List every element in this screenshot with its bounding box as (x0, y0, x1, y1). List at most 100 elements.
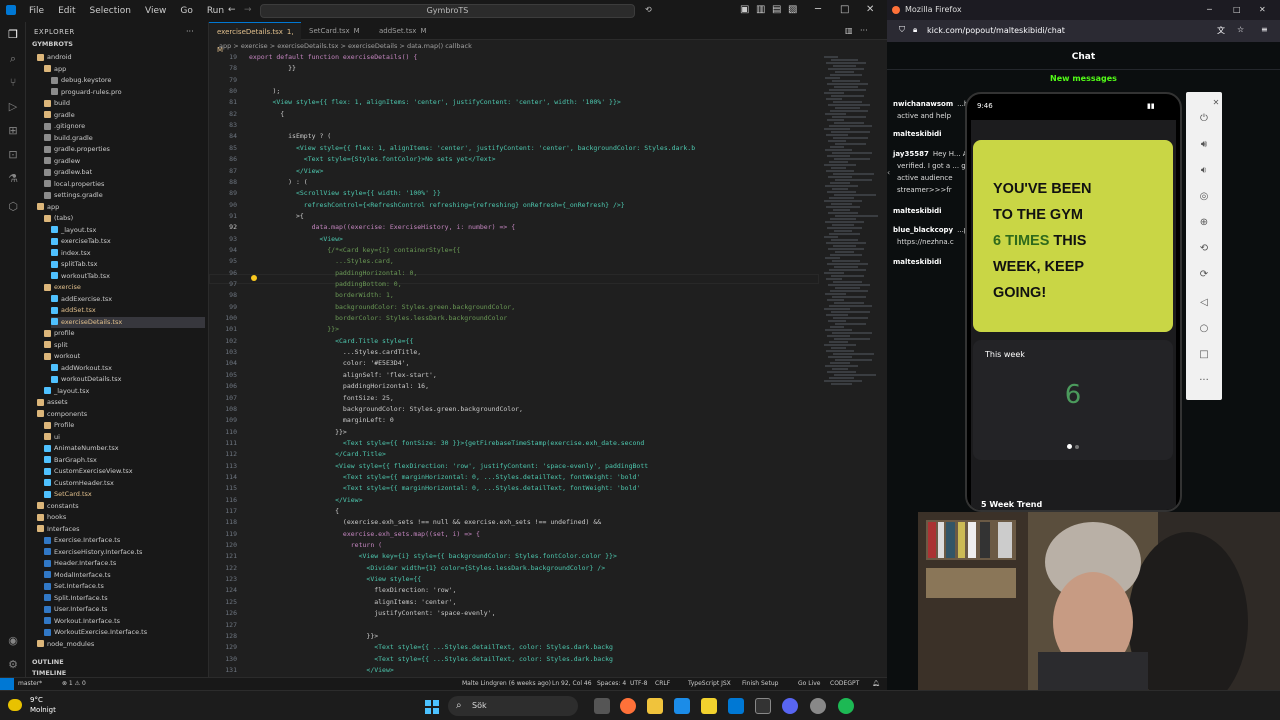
minimize-icon[interactable]: ─ (1207, 0, 1212, 20)
problems-status[interactable]: ⊗ 1 ⚠ 0 (62, 678, 86, 690)
discord-icon[interactable] (782, 698, 798, 714)
project-name[interactable]: GYMBROTS (32, 40, 73, 48)
code-line[interactable]: }} (249, 64, 296, 72)
code-line[interactable]: backgroundColor: Styles.green.background… (249, 303, 515, 311)
chat-message[interactable]: active audience (893, 174, 953, 182)
close-icon[interactable]: ✕ (866, 4, 874, 15)
tree-file[interactable]: settings.gradle (44, 190, 205, 201)
code-line[interactable]: <Card.Title style={{ (249, 337, 413, 345)
layout-icon[interactable]: ▣ (740, 4, 749, 15)
menu-view[interactable]: View (138, 6, 173, 16)
codegpt-status[interactable]: CODEGPT (830, 678, 859, 690)
tree-file[interactable]: exerciseDetails.tsx (51, 316, 205, 328)
tree-file[interactable]: ModalInterface.ts (44, 570, 205, 581)
tree-folder[interactable]: gradle (44, 110, 205, 121)
tree-file[interactable]: AnimateNumber.tsx (44, 443, 205, 454)
collapse-chevron-icon[interactable]: ‹ (887, 168, 890, 177)
chat-username[interactable]: malteskibidi (893, 130, 942, 138)
code-line[interactable]: refreshControl={<RefreshControl refreshi… (249, 201, 625, 209)
this-week-card[interactable]: This week 6 (973, 340, 1173, 460)
code-line[interactable]: <View style={{ flex: 1, alignItems: 'cen… (249, 144, 695, 152)
language-status[interactable]: TypeScript JSX (688, 678, 731, 690)
code-line[interactable]: paddingBottom: 0, (249, 280, 402, 288)
tree-folder[interactable]: app (37, 202, 205, 213)
chat-message[interactable]: active and help (893, 112, 951, 120)
code-line[interactable]: {/*<Card key={i} containerStyle={{ (249, 246, 460, 254)
chat-message[interactable]: malteskibidi (893, 130, 946, 138)
close-icon[interactable]: ✕ (1259, 0, 1266, 20)
indentation-status[interactable]: Spaces: 4 (597, 678, 626, 690)
chat-username[interactable]: blue_blackcopy (893, 226, 953, 234)
tree-file[interactable]: Exercise.Interface.ts (44, 535, 205, 546)
obs-icon[interactable] (810, 698, 826, 714)
tree-folder[interactable]: split (44, 340, 205, 351)
editor-more-icon[interactable]: ··· (860, 26, 868, 35)
tree-folder[interactable]: constants (37, 501, 205, 512)
new-messages-banner[interactable]: New messages (887, 74, 1280, 86)
code-line[interactable]: }}> (249, 428, 347, 436)
command-center-search[interactable]: GymbroTS (260, 4, 635, 18)
tree-file[interactable]: gradlew.bat (44, 167, 205, 178)
code-line[interactable]: <Text style={{ ...Styles.detailText, col… (249, 655, 613, 663)
chat-username[interactable]: malteskibidi (893, 207, 942, 215)
bookmark-star-icon[interactable]: ☆ (1237, 25, 1244, 34)
tree-file[interactable]: gradlew (44, 156, 205, 167)
sidebar-toggle-icon[interactable]: ▥ (756, 4, 765, 15)
tree-file[interactable]: addWorkout.tsx (51, 363, 205, 374)
code-line[interactable]: <View key={i} style={{ backgroundColor: … (249, 552, 617, 560)
code-line[interactable]: (exercise.exh_sets !== null && exercise.… (249, 518, 601, 526)
tree-folder[interactable]: assets (37, 397, 205, 408)
code-line[interactable]: borderColor: Styles.lessDark.backgroundC… (249, 314, 507, 322)
task-view-icon[interactable] (594, 698, 610, 714)
remote-indicator-icon[interactable] (0, 678, 14, 690)
code-line[interactable]: fontSize: 25, (249, 394, 394, 402)
finish-setup-status[interactable]: Finish Setup (742, 678, 778, 690)
code-line[interactable]: <View style={{ flex: 1, alignItems: 'cen… (249, 98, 620, 106)
rotate-icon[interactable]: ⟲ (1196, 242, 1212, 256)
store-icon[interactable] (674, 698, 690, 714)
sticky-notes-icon[interactable] (701, 698, 717, 714)
page-dot-active[interactable] (1067, 444, 1072, 449)
encoding-status[interactable]: UTF-8 (630, 678, 648, 690)
code-line[interactable]: }}> (249, 632, 378, 640)
code-line[interactable]: <Text style={{ ...Styles.detailText, col… (249, 643, 613, 651)
remote-icon[interactable]: ⊡ (6, 148, 20, 162)
tree-folder[interactable]: Interfaces (37, 524, 205, 535)
rotate-right-icon[interactable]: ⟳ (1196, 268, 1212, 282)
gym-visits-card[interactable]: YOU'VE BEEN TO THE GYM 6 TIMES THIS WEEK… (973, 140, 1173, 332)
menu-file[interactable]: File (22, 6, 51, 16)
code-line[interactable]: <View style={{ flexDirection: 'row', jus… (249, 462, 648, 470)
code-line[interactable]: <ScrollView style={{ width: '100%' }} (249, 189, 441, 197)
page-dot[interactable] (1075, 445, 1079, 449)
tree-file[interactable]: WorkoutExercise.Interface.ts (44, 627, 205, 638)
tree-folder[interactable]: hooks (37, 512, 205, 523)
tree-folder[interactable]: profile (44, 328, 205, 339)
translate-icon[interactable]: 文 (1217, 25, 1225, 36)
tree-file[interactable]: Split.Interface.ts (44, 593, 205, 604)
testing-icon[interactable]: ⚗ (6, 172, 20, 186)
explorer-icon[interactable]: ❐ (6, 28, 20, 42)
lightbulb-icon[interactable] (251, 275, 257, 281)
back-icon[interactable]: ◁ (1196, 296, 1212, 310)
tree-folder[interactable]: workout (44, 351, 205, 362)
notifications-bell-icon[interactable]: 🔔︎ (872, 678, 880, 690)
tree-folder[interactable]: ui (44, 432, 205, 443)
tree-file[interactable]: Workout.Interface.ts (44, 616, 205, 627)
tree-folder[interactable]: app (44, 64, 205, 75)
copilot-icon[interactable]: ⟲ (645, 5, 652, 14)
tree-file[interactable]: workoutTab.tsx (51, 271, 205, 282)
chat-username[interactable]: nwichanawsom (893, 100, 953, 108)
tree-file[interactable]: .gitignore (44, 121, 205, 132)
tree-file[interactable]: gradle.properties (44, 144, 205, 155)
terminal-icon[interactable] (755, 698, 771, 714)
shield-icon[interactable]: ⛉ (899, 25, 905, 35)
code-line[interactable]: backgroundColor: Styles.green.background… (249, 405, 523, 413)
code-line[interactable]: ); (249, 87, 280, 95)
code-line[interactable]: { (249, 507, 339, 515)
tree-folder[interactable]: components (37, 409, 205, 420)
code-line[interactable]: alignItems: 'center', (249, 598, 456, 606)
zoom-icon[interactable]: ⊕ (1196, 216, 1212, 230)
chat-message[interactable]: malteskibidi (893, 258, 946, 266)
code-line[interactable]: >{ (249, 212, 304, 220)
maximize-icon[interactable]: □ (1233, 0, 1241, 20)
